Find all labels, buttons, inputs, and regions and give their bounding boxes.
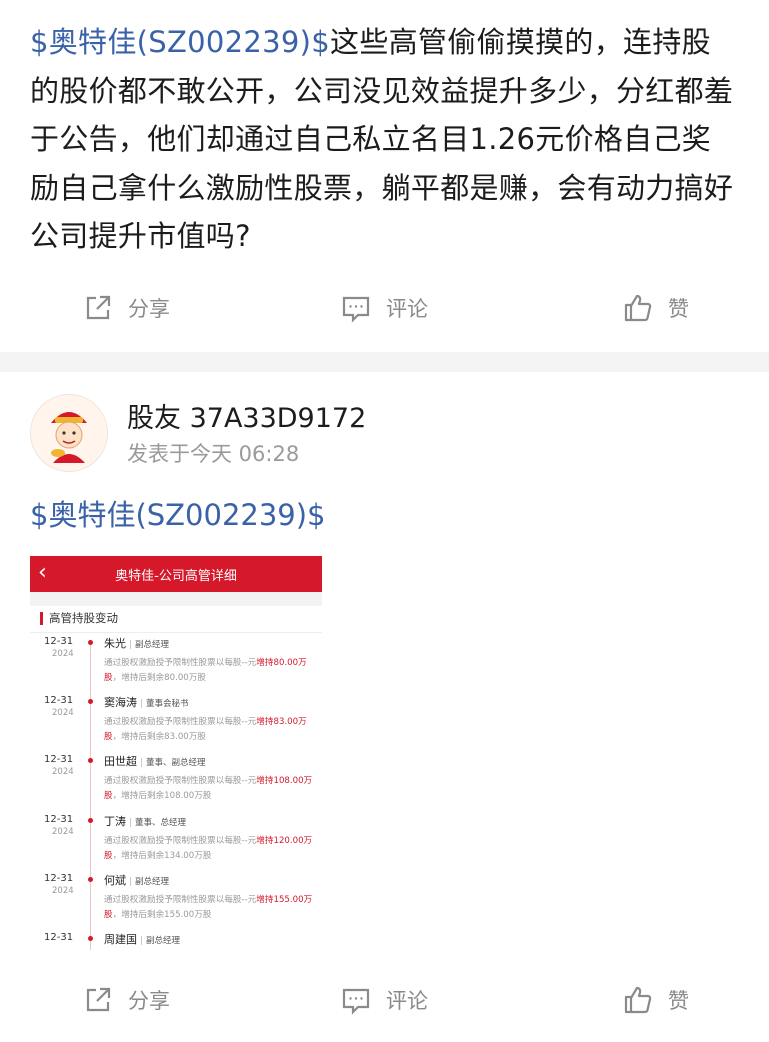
- entry-role: 董事、总经理: [135, 818, 187, 828]
- entry-name: 丁涛 | 董事、总经理: [104, 815, 187, 828]
- timeline-dot: [88, 936, 93, 941]
- comment-label: 评论: [386, 989, 428, 1013]
- like-label: 赞: [668, 297, 689, 321]
- timeline-dot: [88, 758, 93, 763]
- entry-date: 12-31: [44, 695, 74, 706]
- like-button[interactable]: 赞: [622, 975, 689, 1025]
- entry-year: 2024: [52, 649, 74, 659]
- entry-role: 董事会秘书: [146, 699, 189, 709]
- entry-desc: 通过股权激励授予限制性股票以每股--元增持80.00万股，增持后剩余80.00万…: [104, 658, 307, 683]
- avatar-image: [31, 395, 107, 471]
- timeline-entry: 12-31 2024 田世超 | 董事、副总经理 通过股权激励授予限制性股票以每股-…: [30, 754, 322, 814]
- entry-desc: 通过股权激励授予限制性股票以每股--元增持120.00万股，增持后剩余134.0…: [104, 836, 313, 861]
- share-label: 分享: [128, 989, 170, 1013]
- post-time: 发表于今天 06:28: [127, 442, 300, 466]
- timeline-entry: 12-31 周建国 | 副总经理: [30, 932, 322, 951]
- share-label: 分享: [128, 297, 170, 321]
- timeline-entry: 12-31 2024 朱光 | 副总经理 通过股权激励授予限制性股票以每股--元增持…: [30, 636, 322, 696]
- entry-role: 副总经理: [146, 936, 181, 946]
- share-button[interactable]: 分享: [82, 975, 170, 1025]
- entry-date: 12-31: [44, 932, 74, 943]
- attached-screenshot[interactable]: ‹ 奥特佳-公司高管详细 高管持股变动 12-31 2024 朱光 | 副总经理 通…: [30, 556, 322, 951]
- section-divider: [30, 632, 322, 633]
- like-button[interactable]: 赞: [622, 283, 689, 333]
- post-body: $奥特佳(SZ002239)$这些高管偷偷摸摸的，连持股的股价都不敢公开，公司没…: [30, 18, 740, 261]
- entry-date: 12-31: [44, 814, 74, 825]
- entry-role: 副总经理: [135, 640, 170, 650]
- entry-date: 12-31: [44, 754, 74, 765]
- timeline-entry: 12-31 2024 窦海涛 | 董事会秘书 通过股权激励授予限制性股票以每股--元…: [30, 695, 322, 755]
- share-icon: [82, 292, 114, 324]
- avatar[interactable]: [30, 394, 108, 472]
- timeline-entry: 12-31 2024 丁涛 | 董事、总经理 通过股权激励授予限制性股票以每股--元…: [30, 814, 322, 874]
- timeline-dot: [88, 877, 93, 882]
- comment-icon: [340, 292, 372, 324]
- entry-name: 窦海涛 | 董事会秘书: [104, 696, 189, 709]
- timeline-dot: [88, 699, 93, 704]
- share-button[interactable]: 分享: [82, 283, 170, 333]
- comment-label: 评论: [386, 297, 428, 321]
- stock-link[interactable]: $奥特佳(SZ002239)$: [30, 25, 330, 59]
- comment-button[interactable]: 评论: [340, 975, 428, 1025]
- post-action-bar: 分享 评论 赞: [0, 283, 769, 333]
- username[interactable]: 股友 37A33D9172: [127, 396, 366, 435]
- stock-link[interactable]: $奥特佳(SZ002239)$: [30, 492, 326, 534]
- screenshot-band: [30, 592, 322, 606]
- thumbs-up-icon: [622, 292, 654, 324]
- entry-year: 2024: [52, 708, 74, 718]
- entry-desc: 通过股权激励授予限制性股票以每股--元增持155.00万股，增持后剩余155.0…: [104, 895, 313, 920]
- like-label: 赞: [668, 989, 689, 1013]
- entry-date: 12-31: [44, 873, 74, 884]
- timeline-dot: [88, 640, 93, 645]
- thumbs-up-icon: [622, 984, 654, 1016]
- post-action-bar: 分享 评论 赞: [0, 975, 769, 1025]
- comment-icon: [340, 984, 372, 1016]
- share-icon: [82, 984, 114, 1016]
- entry-role: 副总经理: [135, 877, 170, 887]
- comment-button[interactable]: 评论: [340, 283, 428, 333]
- entry-name: 何斌 | 副总经理: [104, 874, 170, 887]
- entry-date: 12-31: [44, 636, 74, 647]
- entry-role: 董事、副总经理: [146, 758, 206, 768]
- timeline-entry: 12-31 2024 何斌 | 副总经理 通过股权激励授予限制性股票以每股--元增持…: [30, 873, 322, 933]
- entry-name: 田世超 | 董事、副总经理: [104, 755, 206, 768]
- screenshot-title: 奥特佳-公司高管详细: [115, 569, 237, 584]
- entry-desc: 通过股权激励授予限制性股票以每股--元增持83.00万股，增持后剩余83.00万…: [104, 717, 307, 742]
- entry-year: 2024: [52, 886, 74, 896]
- entry-year: 2024: [52, 767, 74, 777]
- post-text: 这些高管偷偷摸摸的，连持股的股价都不敢公开，公司没见效益提升多少，分红都羞于公告…: [30, 25, 734, 253]
- entry-name: 周建国 | 副总经理: [104, 933, 181, 946]
- screenshot-header: ‹ 奥特佳-公司高管详细: [30, 556, 322, 592]
- section-marker: [40, 612, 43, 625]
- post-divider: [0, 352, 769, 372]
- section-title: 高管持股变动: [49, 611, 118, 625]
- timeline-dot: [88, 818, 93, 823]
- entry-desc: 通过股权激励授予限制性股票以每股--元增持108.00万股，增持后剩余108.0…: [104, 776, 313, 801]
- entry-year: 2024: [52, 827, 74, 837]
- entry-name: 朱光 | 副总经理: [104, 637, 170, 650]
